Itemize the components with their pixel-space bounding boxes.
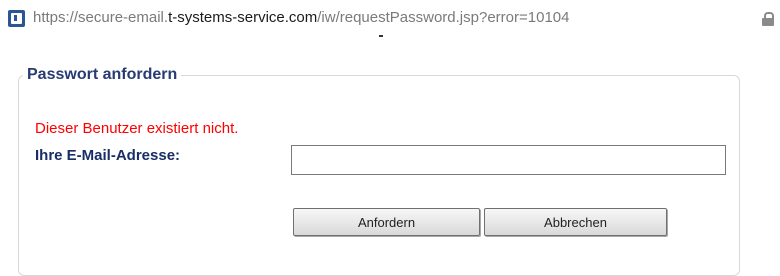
panel-title: Passwort anfordern — [27, 66, 178, 83]
lock-icon[interactable] — [762, 12, 774, 26]
site-icon — [8, 10, 25, 27]
url-path: /iw/requestPassword.jsp?error=10104 — [317, 9, 570, 26]
browser-title-bar: https://secure-email.t-systems-service.c… — [0, 0, 780, 36]
url-prefix: https://secure-email. — [33, 9, 169, 26]
divider-mark — [379, 35, 383, 37]
email-input[interactable] — [291, 145, 726, 175]
address-url[interactable]: https://secure-email.t-systems-service.c… — [33, 9, 569, 26]
url-domain: t-systems-service.com — [168, 9, 318, 26]
error-message: Dieser Benutzer existiert nicht. — [35, 120, 239, 137]
email-label: Ihre E-Mail-Adresse: — [35, 147, 181, 164]
cancel-button[interactable]: Abbrechen — [484, 208, 667, 236]
request-button[interactable]: Anfordern — [293, 208, 480, 236]
